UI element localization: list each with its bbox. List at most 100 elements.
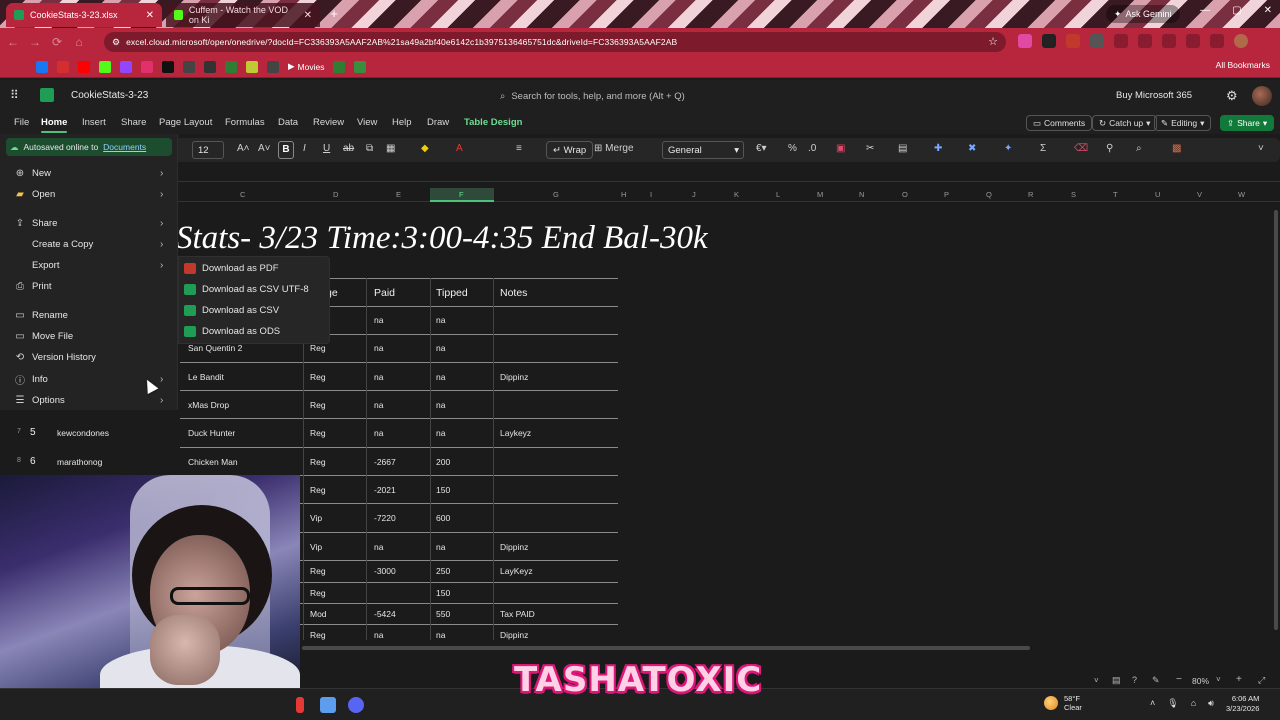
file-menu-item-version-history[interactable]: ⟲ Version History — [0, 347, 178, 367]
tab-help[interactable]: Help — [392, 117, 412, 128]
tab-cuffem-vod[interactable]: Cuffem - Watch the VOD on Ki ✕ — [166, 3, 320, 27]
cell-type[interactable]: Reg — [310, 630, 326, 640]
ribbon-collapse-icon[interactable]: ˅ — [1258, 143, 1264, 154]
cell-notes[interactable]: Laykeyz — [500, 428, 531, 438]
cell-tipped[interactable]: 150 — [436, 485, 450, 495]
weather-widget[interactable]: 58°F Clear — [1044, 694, 1082, 712]
cell-idx[interactable]: 5 — [30, 427, 36, 438]
cell-type[interactable]: Mod — [310, 609, 327, 619]
cell-type[interactable]: Vip — [310, 542, 322, 552]
buy-microsoft-365-link[interactable]: Buy Microsoft 365 — [1116, 90, 1192, 101]
cell-notes[interactable]: Tax PAID — [500, 609, 535, 619]
column-header[interactable]: H — [621, 190, 626, 199]
cell-paid[interactable]: na — [374, 400, 383, 410]
addins-icon[interactable]: ▩ — [1172, 143, 1181, 154]
extension-icon[interactable] — [1066, 34, 1080, 48]
cell-paid[interactable]: -5424 — [374, 609, 396, 619]
wrap-text-button[interactable]: ↵ Wrap — [546, 141, 594, 159]
cell-paid[interactable]: na — [374, 315, 383, 325]
scroll-thumb[interactable] — [302, 646, 1030, 650]
extension-icon[interactable] — [1042, 34, 1056, 48]
cell-paid[interactable]: -3000 — [374, 566, 396, 576]
microphone-icon[interactable]: 🎙︎ — [1167, 698, 1178, 709]
italic-icon[interactable]: I — [303, 143, 306, 154]
cell-paid[interactable]: na — [374, 542, 383, 552]
extension-icon[interactable] — [1114, 34, 1128, 48]
column-header[interactable]: P — [944, 190, 949, 199]
autosum-icon[interactable]: Σ — [1040, 143, 1046, 154]
close-window-icon[interactable]: ✕ — [1264, 5, 1272, 16]
header-paid[interactable]: Paid — [374, 287, 395, 299]
cell-paid[interactable]: -2667 — [374, 457, 396, 467]
chevron-down-icon[interactable]: ˅ — [1216, 675, 1221, 684]
cell-tipped[interactable]: 600 — [436, 513, 450, 523]
currency-icon[interactable]: €▾ — [756, 143, 767, 154]
bookmark-icon[interactable] — [57, 60, 69, 73]
autosave-location-link[interactable]: Documents — [103, 142, 146, 152]
cell-name[interactable]: marathonog — [57, 457, 102, 467]
zoom-out-icon[interactable]: − — [1176, 674, 1182, 685]
column-header[interactable]: U — [1155, 190, 1160, 199]
bookmark-icon[interactable] — [204, 60, 216, 73]
cell-notes[interactable]: Dippinz — [500, 542, 528, 552]
tab-cookiestats[interactable]: CookieStats-3-23.xlsx ✕ — [6, 3, 162, 27]
ask-gemini-button[interactable]: ✦ Ask Gemini — [1106, 5, 1180, 23]
file-menu-item-rename[interactable]: ▭ Rename — [0, 305, 178, 325]
reload-icon[interactable]: ⟳ — [48, 33, 66, 51]
feedback-icon[interactable]: ✎ — [1152, 675, 1160, 686]
fullscreen-icon[interactable]: ⤢ — [1258, 675, 1265, 686]
chevron-down-icon[interactable]: ˅ — [1094, 676, 1099, 685]
back-icon[interactable]: ← — [4, 33, 22, 51]
comments-button[interactable]: ▭ Comments — [1026, 115, 1093, 131]
x-bookmark-icon[interactable] — [162, 60, 174, 73]
account-avatar[interactable] — [1252, 86, 1272, 106]
column-header[interactable]: M — [817, 190, 823, 199]
cell-tipped[interactable]: na — [436, 428, 445, 438]
font-size-select[interactable]: 12 — [192, 141, 224, 159]
cell-slot[interactable]: Duck Hunter — [188, 428, 235, 438]
tab-table-design[interactable]: Table Design — [464, 117, 522, 128]
cell-type[interactable]: Reg — [310, 485, 326, 495]
close-tab-icon[interactable]: ✕ — [304, 10, 312, 21]
column-header[interactable]: J — [692, 190, 696, 199]
column-header[interactable]: L — [776, 190, 780, 199]
cell-tipped[interactable]: na — [436, 315, 445, 325]
column-header[interactable]: E — [396, 190, 401, 199]
format-cells-icon[interactable]: ✦ — [1004, 143, 1012, 154]
cell-notes[interactable]: Dippinz — [500, 630, 528, 640]
header-notes[interactable]: Notes — [500, 287, 527, 299]
column-header[interactable]: V — [1197, 190, 1202, 199]
cell-tipped[interactable]: na — [436, 542, 445, 552]
cell-paid[interactable]: na — [374, 372, 383, 382]
cell-styles-icon[interactable]: ▤ — [898, 143, 907, 154]
bookmark-movies[interactable]: ▶ Movies — [288, 61, 324, 72]
file-menu-item-open[interactable]: ▰ Open › — [0, 184, 178, 204]
bookmark-icon[interactable] — [267, 60, 279, 73]
all-bookmarks[interactable]: All Bookmarks — [1216, 60, 1270, 70]
format-painter-icon[interactable]: ⧉ — [366, 143, 373, 154]
volume-icon[interactable]: 🔊︎ — [1208, 698, 1214, 709]
column-header[interactable]: I — [650, 190, 652, 199]
bookmark-icon[interactable] — [333, 60, 346, 73]
bookmark-star-icon[interactable]: ☆ — [988, 35, 998, 48]
file-menu-item-new[interactable]: ⊕ New › — [0, 163, 178, 183]
bookmark-icon[interactable] — [225, 60, 237, 73]
horizontal-scrollbar[interactable] — [300, 644, 1272, 652]
bookmark-icon[interactable] — [183, 60, 195, 73]
document-title[interactable]: CookieStats-3-23 — [71, 90, 148, 101]
tab-data[interactable]: Data — [278, 117, 298, 128]
extension-icon[interactable] — [1090, 34, 1104, 48]
column-header[interactable]: K — [734, 190, 739, 199]
cell-tipped[interactable]: 550 — [436, 609, 450, 619]
cell-tipped[interactable]: na — [436, 372, 445, 382]
excel-logo-icon[interactable] — [40, 88, 54, 102]
cell-tipped[interactable]: 250 — [436, 566, 450, 576]
file-menu-item-create-a-copy[interactable]: Create a Copy › — [0, 234, 178, 254]
header-tipped[interactable]: Tipped — [436, 287, 468, 299]
cell-type[interactable]: Reg — [310, 372, 326, 382]
download-pdf-item[interactable]: Download as PDF — [179, 258, 331, 279]
cell-type[interactable]: Reg — [310, 343, 326, 353]
decimal-icon[interactable]: .0 — [808, 143, 816, 154]
cell-type[interactable]: Reg — [310, 428, 326, 438]
column-header[interactable]: C — [240, 190, 245, 199]
